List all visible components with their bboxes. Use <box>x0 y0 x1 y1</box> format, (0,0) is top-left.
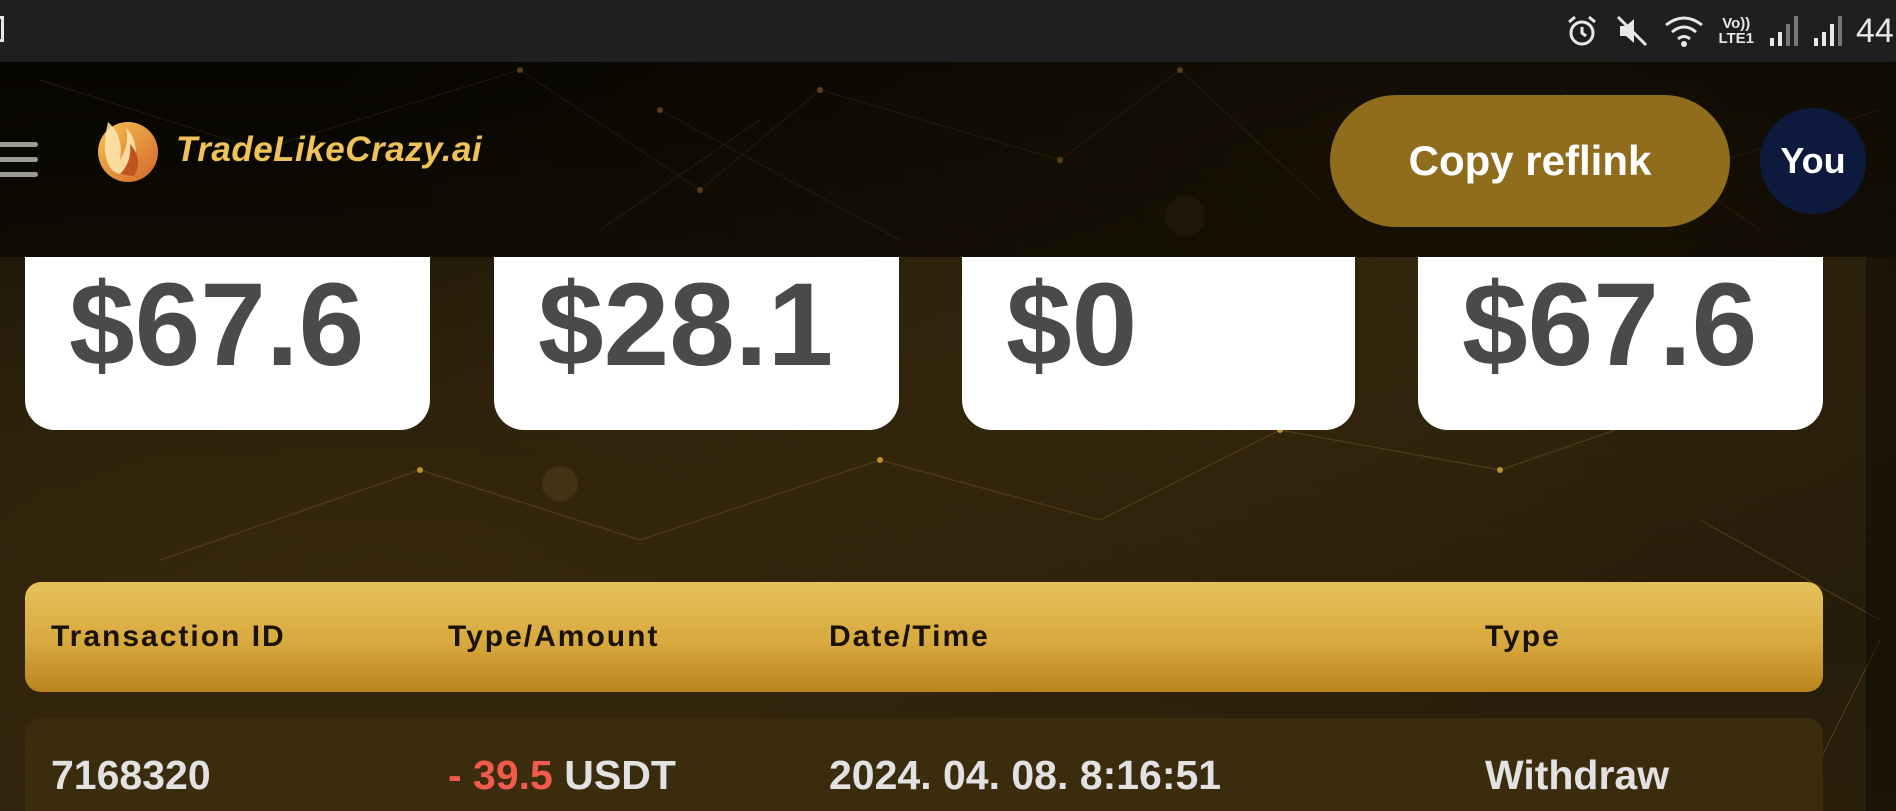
notification-icon <box>0 16 4 42</box>
stat-card: $67.6 <box>1418 257 1823 430</box>
mute-icon <box>1617 15 1648 47</box>
stat-card: $0 <box>962 257 1355 430</box>
wifi-icon <box>1665 16 1704 47</box>
battery-level: 44 <box>1856 11 1894 50</box>
app-header: TradeLikeCrazy.ai Copy reflink You <box>0 62 1896 257</box>
transaction-type: Withdraw <box>1485 752 1670 798</box>
transaction-datetime: 2024. 04. 08. 8:16:51 <box>829 752 1222 798</box>
scrollbar-track[interactable] <box>1866 257 1896 811</box>
screen: Vo)) LTE1 44 TradeLikeCrazy.ai Copy refl… <box>0 0 1896 811</box>
user-avatar[interactable]: You <box>1760 108 1866 214</box>
alarm-icon <box>1568 15 1597 46</box>
transaction-id: 7168320 <box>51 752 211 798</box>
stat-card: $67.6 <box>25 257 430 430</box>
amount-unit: USDT <box>564 752 676 798</box>
transactions-table-header: Transaction ID Type/Amount Date/Time Typ… <box>25 582 1823 692</box>
column-header-transaction-id: Transaction ID <box>51 620 286 653</box>
status-icons: Vo)) LTE1 44 <box>1564 10 1896 52</box>
brand-name[interactable]: TradeLikeCrazy.ai <box>176 130 482 170</box>
copy-reflink-button[interactable]: Copy reflink <box>1330 95 1730 227</box>
stat-value: $67.6 <box>1462 259 1758 391</box>
stat-value: $67.6 <box>69 259 365 391</box>
stat-value: $0 <box>1006 259 1138 391</box>
column-header-date-time: Date/Time <box>829 620 990 653</box>
signal-icon <box>1814 16 1842 46</box>
menu-icon[interactable] <box>0 142 38 182</box>
signal-icon <box>1770 16 1798 46</box>
table-row[interactable]: 7168320 - 39.5 USDT 2024. 04. 08. 8:16:5… <box>25 718 1823 811</box>
flame-logo-icon[interactable] <box>90 114 162 186</box>
stat-card: $28.1 <box>494 257 899 430</box>
lte-indicator: Vo)) LTE1 <box>1718 15 1754 47</box>
transaction-amount: - 39.5 USDT <box>448 752 676 799</box>
status-bar: Vo)) LTE1 44 <box>0 0 1896 62</box>
amount-value: - 39.5 <box>448 752 553 798</box>
column-header-type: Type <box>1485 620 1561 653</box>
stat-value: $28.1 <box>538 259 834 391</box>
column-header-type-amount: Type/Amount <box>448 620 660 653</box>
